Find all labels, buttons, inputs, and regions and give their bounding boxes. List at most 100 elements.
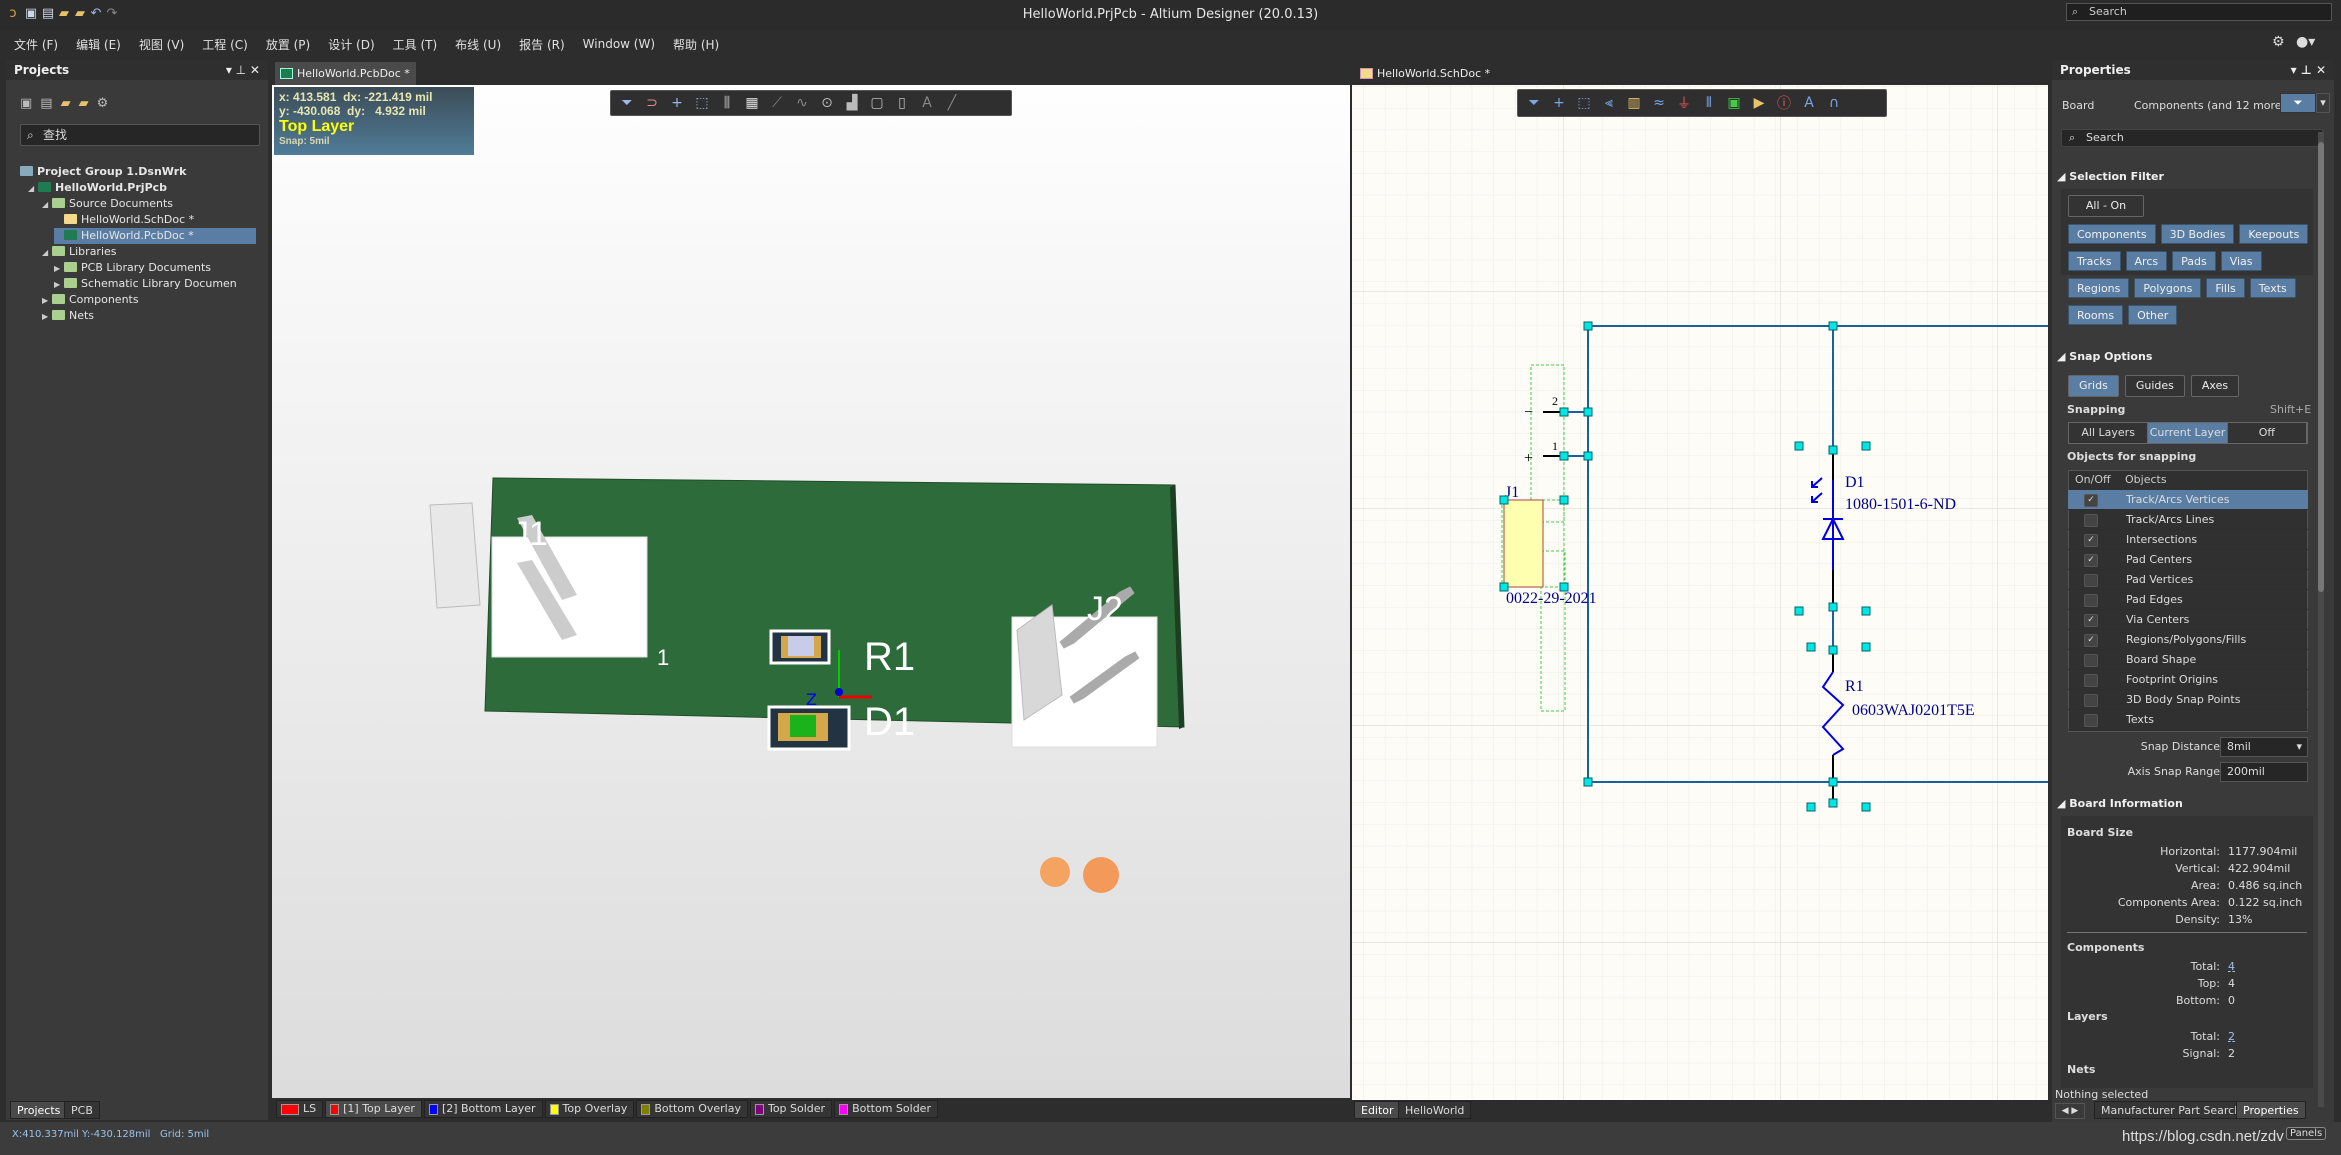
filter-keepouts-button[interactable]: Keepouts	[2239, 224, 2309, 244]
menu-design[interactable]: 设计 (D)	[328, 36, 374, 53]
directive-icon[interactable]: ⓘ	[1776, 93, 1792, 113]
menu-edit[interactable]: 编辑 (E)	[76, 36, 121, 53]
tree-item[interactable]: HelloWorld.PcbDoc *	[54, 228, 256, 244]
open-icon[interactable]: ▰	[61, 96, 79, 111]
layer-tab[interactable]: [1] Top Layer	[325, 1100, 422, 1118]
snap-object-row[interactable]: ✓ Pad Centers	[2068, 550, 2308, 570]
snap-mode-axes-button[interactable]: Axes	[2190, 375, 2240, 397]
snap-object-row[interactable]: Footprint Origins	[2068, 670, 2308, 690]
tree-item[interactable]: ▶ Nets	[42, 308, 256, 324]
port-icon[interactable]: ▶	[1751, 95, 1767, 111]
project-search-input[interactable]: ⌕ 查找	[20, 124, 260, 146]
filter-icon[interactable]: ⏷	[619, 95, 635, 111]
dimension-icon[interactable]: ▢	[869, 95, 885, 111]
snap-object-checkbox[interactable]: ✓	[2084, 534, 2098, 547]
expand-arrow-icon[interactable]: ◢	[42, 245, 52, 261]
text-icon[interactable]: A	[1801, 95, 1817, 111]
snap-distance-select[interactable]: 8mil ▾	[2220, 737, 2308, 757]
snap-object-row[interactable]: ✓ Via Centers	[2068, 610, 2308, 630]
snap-icon[interactable]: ⊃	[644, 95, 660, 111]
project-options-icon[interactable]: ▰	[79, 96, 97, 111]
tab-projects[interactable]: Projects	[10, 1101, 68, 1119]
bus-icon[interactable]: ⫴	[1701, 95, 1717, 111]
tree-item[interactable]: Project Group 1.DsnWrk	[20, 164, 256, 180]
menu-place[interactable]: 放置 (P)	[266, 36, 310, 53]
global-search-input[interactable]: ⌕ Search	[2066, 3, 2332, 21]
tree-item[interactable]: ◢ Libraries	[42, 244, 256, 260]
board-info-title[interactable]: ◢ Board Information	[2057, 797, 2183, 810]
layer-tab[interactable]: Top Overlay	[544, 1100, 635, 1118]
gear-icon[interactable]: ⚙	[97, 96, 117, 111]
filter-3d-bodies-button[interactable]: 3D Bodies	[2160, 224, 2235, 244]
snap-object-checkbox[interactable]	[2084, 514, 2098, 527]
selection-filter-title[interactable]: ◢ Selection Filter	[2057, 170, 2164, 183]
string-icon[interactable]: ▯	[894, 95, 910, 111]
snap-mode-guides-button[interactable]: Guides	[2124, 375, 2185, 397]
expand-arrow-icon[interactable]: ▶	[54, 261, 64, 277]
filter-dropdown-chevron-icon[interactable]: ▾	[2316, 93, 2330, 113]
snap-object-row[interactable]: Board Shape	[2068, 650, 2308, 670]
save-icon[interactable]: ▣	[20, 96, 40, 111]
axis-snap-input[interactable]: 200mil	[2220, 762, 2308, 782]
select-rect-icon[interactable]: ⬚	[1576, 95, 1592, 111]
snap-object-row[interactable]: Pad Edges	[2068, 590, 2308, 610]
filter-rooms-button[interactable]: Rooms	[2068, 305, 2124, 325]
tab-editor[interactable]: Editor	[1354, 1101, 1401, 1119]
snap-object-checkbox[interactable]	[2084, 714, 2098, 727]
snap-object-checkbox[interactable]: ✓	[2084, 494, 2098, 507]
snap-options-title[interactable]: ◢ Snap Options	[2057, 350, 2152, 363]
filter-pads-button[interactable]: Pads	[2172, 251, 2216, 271]
snap-object-row[interactable]: Pad Vertices	[2068, 570, 2308, 590]
fill-icon[interactable]: ▟	[844, 95, 860, 111]
snap-object-row[interactable]: Track/Arcs Lines	[2068, 510, 2308, 530]
snap-object-checkbox[interactable]: ✓	[2084, 614, 2098, 627]
schematic-canvas[interactable]: − + 2 1 J1 0022-29-2021 D1 1080-1501-6-N…	[1352, 85, 2048, 1100]
filter-components-button[interactable]: Components	[2068, 224, 2156, 244]
tree-item[interactable]: ▶ Components	[42, 292, 256, 308]
tab-manufacturer-part-search[interactable]: Manufacturer Part Search	[2094, 1101, 2249, 1119]
wire-icon[interactable]: ≈	[1651, 95, 1667, 111]
panel-controls-icon[interactable]: ▾ ⊥ ✕	[2291, 60, 2326, 80]
info-value[interactable]: 4	[2228, 960, 2235, 973]
copy-icon[interactable]: ▤	[40, 96, 60, 111]
tree-item[interactable]: ▶ Schematic Library Documen	[54, 276, 256, 292]
tab-schdoc[interactable]: HelloWorld.SchDoc *	[1355, 62, 1496, 85]
snap-object-checkbox[interactable]: ✓	[2084, 554, 2098, 567]
ground-icon[interactable]: ⏚	[1676, 93, 1692, 113]
filter-vias-button[interactable]: Vias	[2220, 251, 2262, 271]
sheet-symbol-icon[interactable]: ▣	[1726, 95, 1742, 111]
snap-object-row[interactable]: ✓ Track/Arcs Vertices	[2068, 490, 2308, 510]
menu-route[interactable]: 布线 (U)	[455, 36, 501, 53]
component-icon[interactable]: ▦	[744, 95, 760, 111]
menu-help[interactable]: 帮助 (H)	[673, 36, 719, 53]
diff-pair-icon[interactable]: ∿	[794, 95, 810, 111]
snap-object-checkbox[interactable]	[2084, 674, 2098, 687]
snap-mode-grids-button[interactable]: Grids	[2068, 375, 2119, 397]
align-icon[interactable]: ⫼	[719, 95, 735, 111]
snap-object-checkbox[interactable]	[2084, 574, 2098, 587]
snap-object-checkbox[interactable]: ✓	[2084, 634, 2098, 647]
panel-controls-icon[interactable]: ▾ ⊥ ✕	[226, 60, 260, 80]
tree-item[interactable]: HelloWorld.SchDoc *	[54, 212, 256, 228]
tab-properties[interactable]: Properties	[2236, 1101, 2306, 1119]
gear-icon[interactable]: ⚙	[2272, 34, 2285, 50]
snap-object-checkbox[interactable]	[2084, 694, 2098, 707]
filter-arcs-button[interactable]: Arcs	[2125, 251, 2168, 271]
filter-texts-button[interactable]: Texts	[2249, 278, 2296, 298]
arc-icon[interactable]: ∩	[1826, 95, 1842, 111]
filter-tracks-button[interactable]: Tracks	[2068, 251, 2121, 271]
expand-arrow-icon[interactable]: ▶	[42, 309, 52, 325]
menu-file[interactable]: 文件 (F)	[14, 36, 58, 53]
select-rect-icon[interactable]: ⬚	[694, 95, 710, 111]
pcb-3d-canvas[interactable]: J1 1 R1 D1 Z J2 ⏷ ⊃ + ⬚ ⫼ ▦ ⟋ ∿ ⊙ ▟ ▢ ▯ A ╱ x: 413.58…	[272, 85, 1350, 1098]
snap-object-checkbox[interactable]	[2084, 654, 2098, 667]
filter-polygons-button[interactable]: Polygons	[2134, 278, 2202, 298]
filter-other-button[interactable]: Other	[2128, 305, 2178, 325]
properties-search-input[interactable]: ⌕ Search	[2061, 129, 2323, 147]
panels-button[interactable]: Panels	[2286, 1127, 2327, 1140]
tree-item[interactable]: ▶ PCB Library Documents	[54, 260, 256, 276]
snapping-off-option[interactable]: Off	[2227, 423, 2307, 443]
snap-object-row[interactable]: 3D Body Snap Points	[2068, 690, 2308, 710]
menu-reports[interactable]: 报告 (R)	[519, 36, 565, 53]
snap-object-row[interactable]: ✓ Regions/Polygons/Fills	[2068, 630, 2308, 650]
